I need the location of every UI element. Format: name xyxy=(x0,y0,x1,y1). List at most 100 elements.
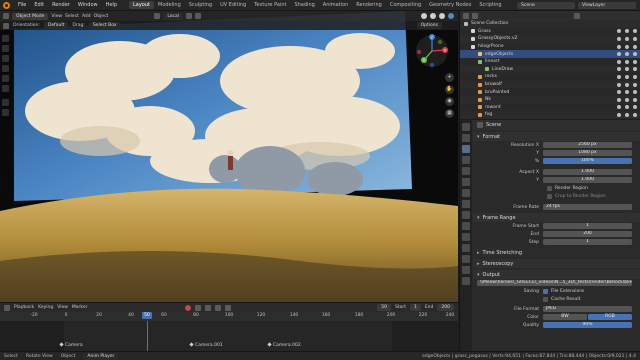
checkbox-icon[interactable] xyxy=(617,44,621,49)
outliner-row[interactable]: bruwolf xyxy=(460,80,640,89)
cursor-tool-icon[interactable] xyxy=(2,45,9,52)
checkbox-icon[interactable] xyxy=(617,59,621,64)
timeline-ruler[interactable]: -20 0 20 40 60 80 100 120 140 160 180 20… xyxy=(0,312,458,321)
playhead-frame-indicator[interactable]: 50 xyxy=(142,312,152,319)
viewport-menu-view[interactable]: View xyxy=(51,14,62,19)
outliner-row[interactable]: hilegrProne xyxy=(460,43,640,51)
checkbox-icon[interactable] xyxy=(617,74,621,79)
eye-icon[interactable] xyxy=(625,112,629,117)
timeline-editor-type-icon[interactable] xyxy=(4,304,10,311)
frame-range-panel-header[interactable]: Frame Range xyxy=(473,213,640,222)
workspace-tab-rendering[interactable]: Rendering xyxy=(352,1,386,9)
workspace-tab-shading[interactable]: Shading xyxy=(290,1,318,9)
viewport-menu-select[interactable]: Select xyxy=(65,14,79,19)
checkbox-icon[interactable] xyxy=(617,90,621,95)
workspace-tab-scripting[interactable]: Scripting xyxy=(475,1,505,9)
timeline-menu-marker[interactable]: Marker xyxy=(72,305,88,310)
checkbox-icon[interactable] xyxy=(617,36,621,41)
outliner-row[interactable]: roward xyxy=(460,104,640,112)
stereoscopy-panel-header[interactable]: Stereoscopy xyxy=(473,259,640,268)
menu-edit[interactable]: Edit xyxy=(30,2,48,8)
cache-result-checkbox[interactable] xyxy=(543,296,548,302)
material-tab-icon[interactable] xyxy=(462,266,470,274)
quality-slider[interactable]: 90% xyxy=(543,321,632,329)
color-mode-bw-button[interactable]: BW xyxy=(543,313,587,321)
tweak-tool-icon[interactable] xyxy=(2,35,9,42)
transform-space-selector[interactable]: Local xyxy=(163,12,183,20)
resolution-y-field[interactable]: 1080 px xyxy=(543,149,632,157)
camera-icon[interactable] xyxy=(633,82,637,87)
view-layer-selector[interactable]: ViewLayer xyxy=(578,1,636,9)
pause-icon[interactable] xyxy=(215,304,222,311)
eye-icon[interactable] xyxy=(625,29,629,34)
data-tab-icon[interactable] xyxy=(462,255,470,263)
camera-icon[interactable] xyxy=(633,90,637,95)
constraints-tab-icon[interactable] xyxy=(462,244,470,252)
camera-icon[interactable] xyxy=(633,112,637,117)
outliner-row[interactable]: bruPainted xyxy=(460,88,640,96)
drag-selector[interactable]: Select Box xyxy=(88,22,121,29)
annotate-tool-icon[interactable] xyxy=(2,99,9,106)
eye-icon[interactable] xyxy=(625,97,629,102)
workspace-tab-layout[interactable]: Layout xyxy=(129,1,154,9)
scene-tab-icon[interactable] xyxy=(462,167,470,175)
marker-camera-002[interactable]: Camera.002 xyxy=(268,343,301,348)
marker-camera-001[interactable]: Camera.001 xyxy=(190,343,223,348)
outliner-editor-type-icon[interactable] xyxy=(463,12,469,19)
viewport-shading-solid-icon[interactable] xyxy=(430,13,436,19)
checkbox-icon[interactable] xyxy=(617,105,621,110)
eye-icon[interactable] xyxy=(625,52,629,57)
jump-end-icon[interactable] xyxy=(225,304,232,311)
outliner-row[interactable]: edgeObjects xyxy=(460,50,640,58)
frame-step-field[interactable]: 1 xyxy=(543,238,632,246)
checkbox-icon[interactable] xyxy=(617,97,621,102)
format-panel-header[interactable]: Format xyxy=(473,132,640,141)
checkbox-icon[interactable] xyxy=(617,112,621,117)
checkbox-icon[interactable] xyxy=(617,67,621,72)
object-tab-icon[interactable] xyxy=(462,200,470,208)
rotate-tool-icon[interactable] xyxy=(2,65,9,72)
camera-icon[interactable] xyxy=(633,36,637,41)
workspace-tab-animation[interactable]: Animation xyxy=(319,1,353,9)
outliner-row[interactable]: lineart xyxy=(460,58,640,66)
mode-selector[interactable]: Object Mode xyxy=(12,12,49,20)
aspect-y-field[interactable]: 1.000 xyxy=(543,176,632,184)
workspace-tab-texture-paint[interactable]: Texture Paint xyxy=(250,1,290,9)
frame-start-field[interactable]: 1 xyxy=(543,222,632,230)
outliner-row[interactable]: GrassyObjects.v2 xyxy=(460,35,640,43)
collection-tab-icon[interactable] xyxy=(462,189,470,197)
transform-orientation-icon[interactable] xyxy=(154,13,161,19)
camera-icon[interactable] xyxy=(633,59,637,64)
outliner-row[interactable]: rocks xyxy=(460,73,640,81)
workspace-tab-modeling[interactable]: Modeling xyxy=(154,1,185,9)
eye-icon[interactable] xyxy=(625,90,629,95)
eye-icon[interactable] xyxy=(625,74,629,79)
anim-player-button[interactable]: Anim Player xyxy=(83,352,119,360)
start-frame-field[interactable]: 1 xyxy=(409,304,421,311)
eye-icon[interactable] xyxy=(625,105,629,110)
camera-view-icon[interactable]: ◉ xyxy=(445,97,454,106)
record-icon[interactable] xyxy=(185,304,192,311)
timeline-menu-playback[interactable]: Playback xyxy=(14,305,34,310)
select-box-tool-icon[interactable] xyxy=(3,22,9,29)
color-mode-rgb-button[interactable]: RGB xyxy=(588,313,632,321)
camera-icon[interactable] xyxy=(633,97,637,102)
crop-region-checkbox[interactable] xyxy=(547,193,552,199)
menu-render[interactable]: Render xyxy=(48,2,74,8)
perspective-toggle-icon[interactable]: ▦ xyxy=(445,109,454,118)
camera-icon[interactable] xyxy=(633,105,637,110)
outliner-row[interactable]: Grass xyxy=(460,28,640,36)
menu-file[interactable]: File xyxy=(14,2,30,8)
view-layer-tab-icon[interactable] xyxy=(462,156,470,164)
camera-icon[interactable] xyxy=(633,44,637,49)
workspace-tab-uv-editing[interactable]: UV Editing xyxy=(216,1,250,9)
measure-tool-icon[interactable] xyxy=(2,109,9,116)
resolution-percent-slider[interactable]: 100% xyxy=(543,157,632,165)
eye-icon[interactable] xyxy=(625,36,629,41)
editor-type-icon[interactable] xyxy=(3,13,9,19)
workspace-tab-sculpting[interactable]: Sculpting xyxy=(185,1,216,9)
camera-icon[interactable] xyxy=(633,67,637,72)
output-path-field[interactable]: \\Meow\heroes\_GREECE\_videos\N...5_3D\_… xyxy=(477,279,632,287)
options-dropdown[interactable]: Options xyxy=(416,22,442,29)
viewport-shading-wireframe-icon[interactable] xyxy=(421,13,427,19)
